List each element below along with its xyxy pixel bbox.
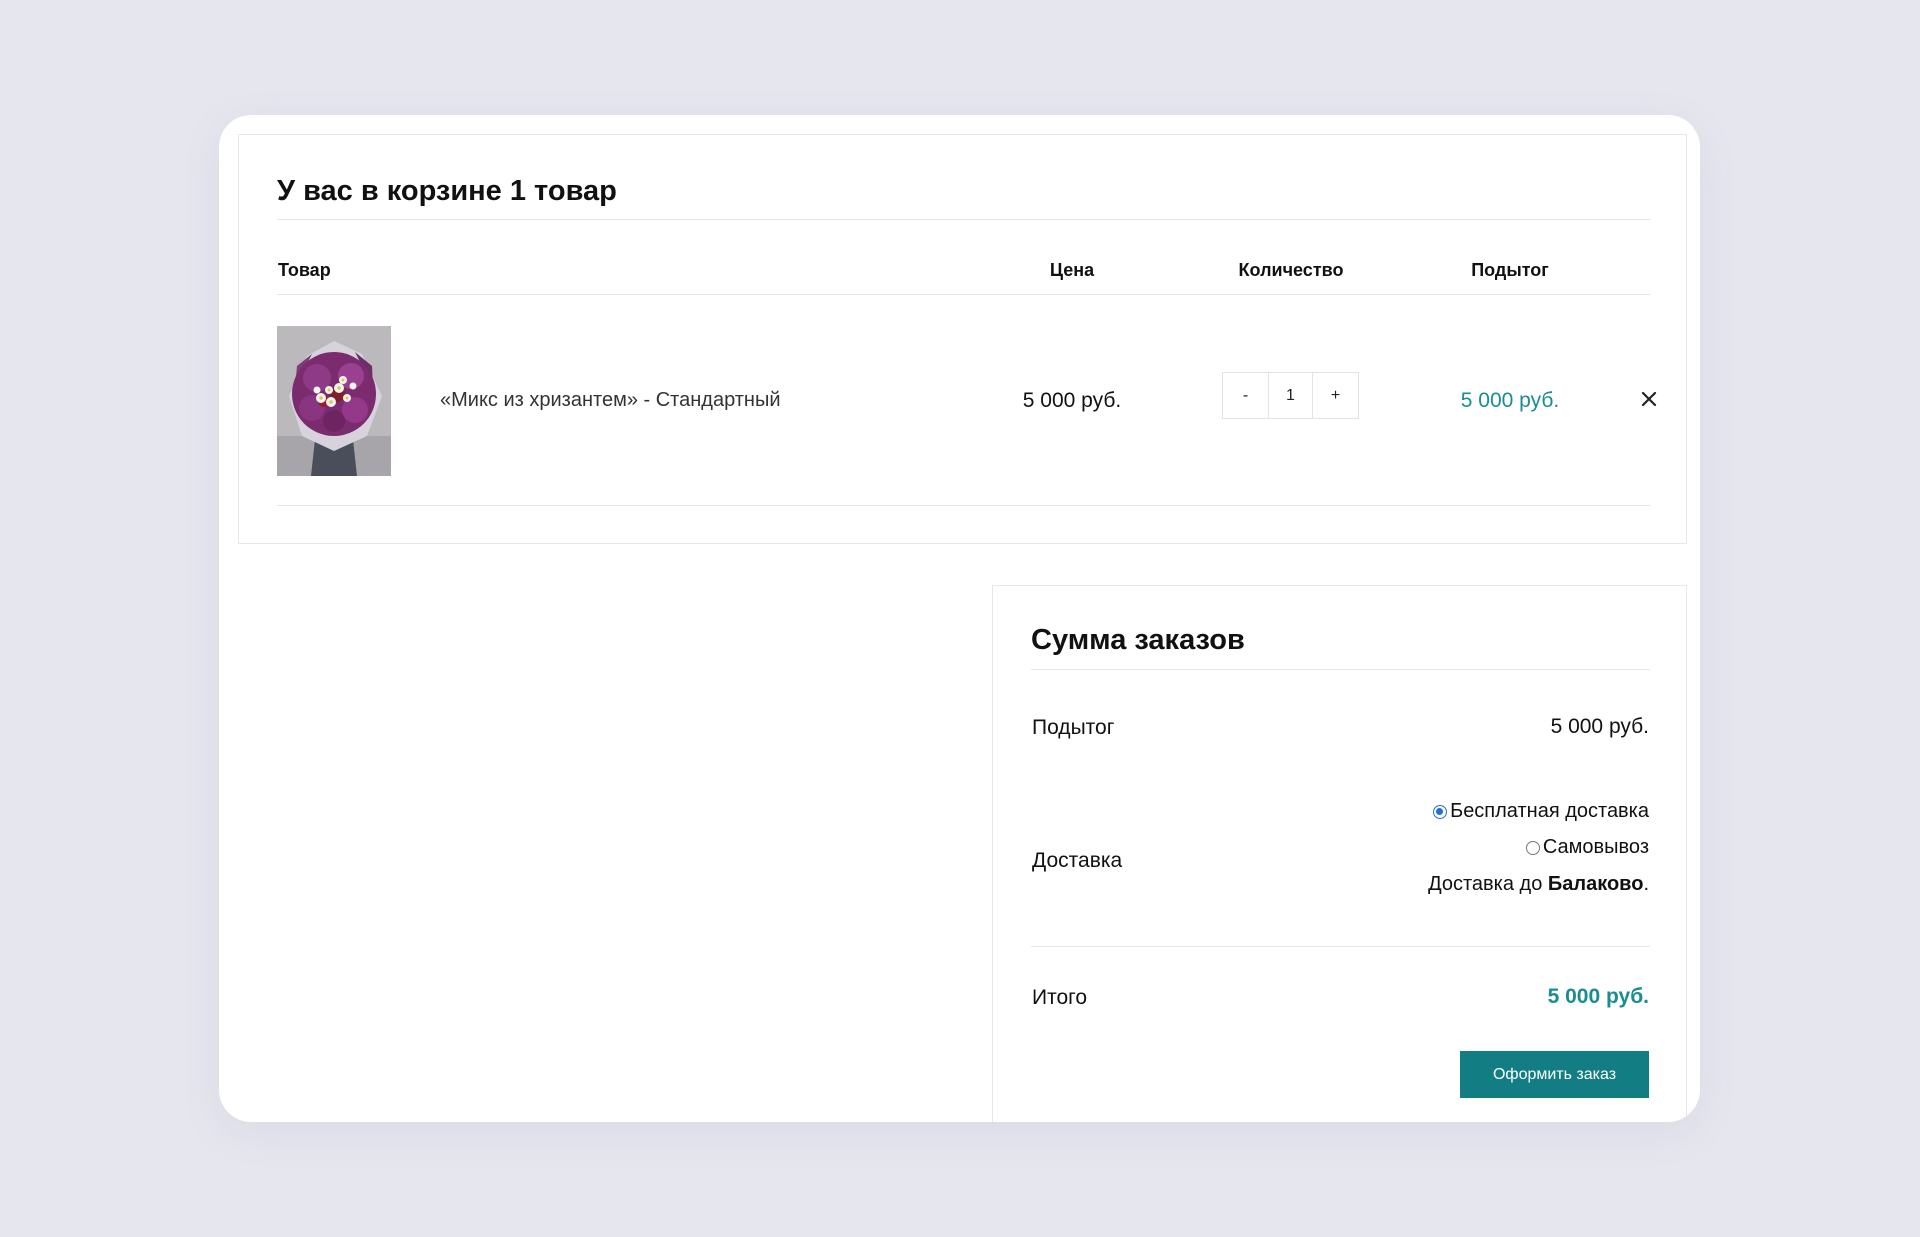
subtotal-label: Подытог [1032,716,1115,739]
header-quantity: Количество [1238,260,1344,280]
header-product: Товар [278,260,331,280]
destination-prefix: Доставка до [1428,873,1548,895]
cart-section: У вас в корзине 1 товар Товар Цена Колич… [238,134,1687,544]
product-price: 5 000 руб. [1022,389,1122,412]
cart-title: У вас в корзине 1 товар [277,175,617,207]
shipping-option-label: Бесплатная доставка [1450,800,1649,822]
shipping-option-label: Самовывоз [1542,836,1649,858]
divider [277,294,1650,295]
quantity-stepper: - 1 + [1222,372,1359,419]
product-name[interactable]: «Микс из хризантем» - Стандартный [440,389,781,412]
radio-unchecked-icon[interactable] [1525,840,1540,855]
total-value: 5 000 руб. [1547,985,1649,1008]
divider [277,505,1650,506]
cart-card: У вас в корзине 1 товар Товар Цена Колич… [219,115,1700,1122]
destination-suffix: . [1643,873,1649,895]
order-totals: Сумма заказов Подытог 5 000 руб. Доставк… [992,585,1687,1122]
quantity-input[interactable]: 1 [1268,373,1313,418]
remove-item-button[interactable] [1635,385,1663,413]
totals-title: Сумма заказов [1031,624,1245,656]
increment-button[interactable]: + [1313,373,1358,418]
bouquet-image[interactable] [277,326,391,476]
shipping-option-pickup[interactable]: Самовывоз [1525,836,1649,859]
close-icon [1641,391,1657,407]
subtotal-value: 5 000 руб. [1550,715,1649,738]
radio-checked-icon[interactable] [1433,804,1448,819]
shipping-destination: Доставка до Балаково. [1428,873,1649,896]
divider [1031,669,1650,670]
shipping-label: Доставка [1032,849,1123,872]
total-label: Итого [1032,986,1088,1009]
header-price: Цена [1049,260,1095,280]
product-subtotal: 5 000 руб. [1460,389,1560,412]
divider [1031,946,1650,947]
shipping-option-free[interactable]: Бесплатная доставка [1433,800,1649,823]
checkout-button[interactable]: Оформить заказ [1460,1051,1649,1098]
decrement-button[interactable]: - [1223,373,1268,418]
divider [277,219,1650,220]
header-subtotal: Подытог [1471,260,1549,280]
destination-city: Балаково [1547,873,1644,895]
